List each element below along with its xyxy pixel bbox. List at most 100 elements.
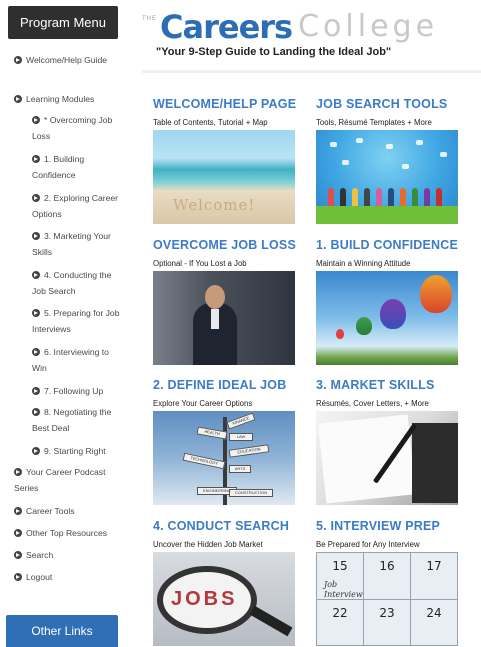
sign-label: FINANCE xyxy=(226,412,256,430)
balloon-icon xyxy=(420,275,452,313)
signpost-image[interactable]: FINANCE HEALTH LAW EDUCATION TECHNOLOGY … xyxy=(153,411,295,505)
card-subtitle: Résumés, Cover Letters, + More xyxy=(316,399,429,408)
sidebar-item-label: 6. Interviewing to Win xyxy=(32,347,109,373)
sign-label: EDUCATION xyxy=(228,444,270,458)
card-subtitle: Optional - If You Lost a Job xyxy=(153,259,247,268)
card-define-ideal-job[interactable]: 2. DEFINE IDEAL JOB Explore Your Career … xyxy=(153,378,298,505)
calendar-image[interactable]: 15 16 17 22 23 24 Job Interview xyxy=(316,552,458,646)
calendar-day: 16 xyxy=(363,552,411,600)
gear-icon xyxy=(416,140,423,145)
arrow-circle-icon xyxy=(32,116,40,124)
card-subtitle: Explore Your Career Options xyxy=(153,399,253,408)
head xyxy=(205,285,225,309)
sidebar-item-logout[interactable]: Logout xyxy=(14,569,122,585)
pen-on-paper-image[interactable] xyxy=(316,411,458,505)
arrow-circle-icon xyxy=(32,387,40,395)
shirt xyxy=(211,309,219,329)
logo-careers-text: Careers xyxy=(160,8,293,46)
sidebar-item-starting-right[interactable]: 9. Starting Right xyxy=(32,443,120,459)
sidebar-item-label: * Overcoming Job Loss xyxy=(32,115,113,141)
arrow-circle-icon xyxy=(32,447,40,455)
sidebar-item-label: Search xyxy=(26,550,54,560)
hot-air-balloons-image[interactable] xyxy=(316,271,458,365)
sidebar-item-exploring-career-options[interactable]: 2. Exploring Career Options xyxy=(32,190,120,222)
arrow-circle-icon xyxy=(32,408,40,416)
card-title[interactable]: OVERCOME JOB LOSS xyxy=(153,238,298,252)
sign-label: CONSTRUCTION xyxy=(229,489,273,497)
sidebar-item-label: 1. Building Confidence xyxy=(32,154,85,180)
calendar-day: 23 xyxy=(363,598,411,646)
card-job-search-tools[interactable]: JOB SEARCH TOOLS Tools, Résumé Templates… xyxy=(316,97,461,224)
sidebar-item-career-podcast-series[interactable]: Your Career Podcast Series xyxy=(14,464,122,496)
grass xyxy=(316,206,458,224)
arrow-circle-icon xyxy=(14,529,22,537)
sidebar-item-label: Other Top Resources xyxy=(26,528,108,538)
card-title[interactable]: 2. DEFINE IDEAL JOB xyxy=(153,378,298,392)
card-title[interactable]: 1. BUILD CONFIDENCE xyxy=(316,238,461,252)
keyboard xyxy=(412,423,458,503)
card-title[interactable]: 3. MARKET SKILLS xyxy=(316,378,461,392)
header-divider xyxy=(142,70,481,73)
sidebar-item-career-tools[interactable]: Career Tools xyxy=(14,503,122,519)
sidebar-item-conducting-job-search[interactable]: 4. Conducting the Job Search xyxy=(32,267,120,299)
sidebar-item-following-up[interactable]: 7. Following Up xyxy=(32,383,120,399)
sidebar-item-other-top-resources[interactable]: Other Top Resources xyxy=(14,525,122,541)
sidebar-item-marketing-your-skills[interactable]: 3. Marketing Your Skills xyxy=(32,228,120,260)
card-welcome-help[interactable]: WELCOME/HELP PAGE Table of Contents, Tut… xyxy=(153,97,298,224)
sidebar: Program Menu Welcome/Help Guide Learning… xyxy=(0,0,127,647)
careers-college-logo[interactable]: THE Careers College xyxy=(142,8,438,46)
card-title[interactable]: 4. CONDUCT SEARCH xyxy=(153,519,298,533)
tagline: "Your 9-Step Guide to Landing the Ideal … xyxy=(156,46,392,58)
card-build-confidence[interactable]: 1. BUILD CONFIDENCE Maintain a Winning A… xyxy=(316,238,461,365)
arrow-circle-icon xyxy=(32,271,40,279)
paper xyxy=(318,414,416,504)
sidebar-item-search[interactable]: Search xyxy=(14,547,122,563)
card-title[interactable]: JOB SEARCH TOOLS xyxy=(316,97,461,111)
sidebar-item-learning-modules[interactable]: Learning Modules xyxy=(14,91,122,107)
calendar-day: 17 xyxy=(410,552,458,600)
sidebar-item-overcoming-job-loss[interactable]: * Overcoming Job Loss xyxy=(32,112,120,144)
sidebar-item-label: 8. Negotiating the Best Deal xyxy=(32,407,112,433)
program-menu-header[interactable]: Program Menu xyxy=(8,6,118,39)
globe-icon xyxy=(402,164,409,169)
arrow-circle-icon xyxy=(32,194,40,202)
calendar-day: 24 xyxy=(410,598,458,646)
sidebar-item-negotiating-best-deal[interactable]: 8. Negotiating the Best Deal xyxy=(32,404,120,436)
sidebar-item-welcome-help-guide[interactable]: Welcome/Help Guide xyxy=(14,52,122,68)
sidebar-item-label: Welcome/Help Guide xyxy=(26,55,108,65)
card-interview-prep[interactable]: 5. INTERVIEW PREP Be Prepared for Any In… xyxy=(316,519,461,646)
magnifier-jobs-image[interactable]: JOBS xyxy=(153,552,295,646)
chat-icon xyxy=(356,138,363,143)
calendar-day: 22 xyxy=(316,598,364,646)
card-conduct-search[interactable]: 4. CONDUCT SEARCH Uncover the Hidden Job… xyxy=(153,519,298,646)
sign-label: LAW xyxy=(229,433,253,441)
other-links-header[interactable]: Other Links xyxy=(6,615,118,647)
sidebar-item-label: 2. Exploring Career Options xyxy=(32,193,119,219)
card-subtitle: Uncover the Hidden Job Market xyxy=(153,540,263,549)
card-subtitle: Tools, Résumé Templates + More xyxy=(316,118,432,127)
sidebar-item-preparing-job-interviews[interactable]: 5. Preparing for Job Interviews xyxy=(32,305,120,337)
sidebar-item-label: Your Career Podcast Series xyxy=(14,467,106,493)
image-caption: Welcome! xyxy=(173,196,256,214)
card-title[interactable]: 5. INTERVIEW PREP xyxy=(316,519,461,533)
card-subtitle: Be Prepared for Any Interview xyxy=(316,540,420,549)
balloon-icon xyxy=(336,329,344,339)
people-icons-image[interactable] xyxy=(316,130,458,224)
card-overcome-job-loss[interactable]: OVERCOME JOB LOSS Optional - If You Lost… xyxy=(153,238,298,365)
balloon-icon xyxy=(380,299,406,329)
sidebar-item-label: 7. Following Up xyxy=(44,386,104,396)
card-title[interactable]: WELCOME/HELP PAGE xyxy=(153,97,298,111)
balloon-icon xyxy=(356,317,372,335)
welcome-beach-image[interactable]: Welcome! xyxy=(153,130,295,224)
sidebar-item-label: Career Tools xyxy=(26,506,75,516)
sidebar-item-building-confidence[interactable]: 1. Building Confidence xyxy=(32,151,120,183)
image-caption: JOBS xyxy=(171,588,238,610)
sidebar-item-interviewing-to-win[interactable]: 6. Interviewing to Win xyxy=(32,344,120,376)
arrow-circle-icon xyxy=(14,56,22,64)
arrow-circle-icon xyxy=(32,232,40,240)
cloud-icon xyxy=(330,142,337,147)
sign-label: TECHNOLOGY xyxy=(182,452,226,470)
businessman-image[interactable] xyxy=(153,271,295,365)
arrow-circle-icon xyxy=(32,348,40,356)
card-market-skills[interactable]: 3. MARKET SKILLS Résumés, Cover Letters,… xyxy=(316,378,461,505)
